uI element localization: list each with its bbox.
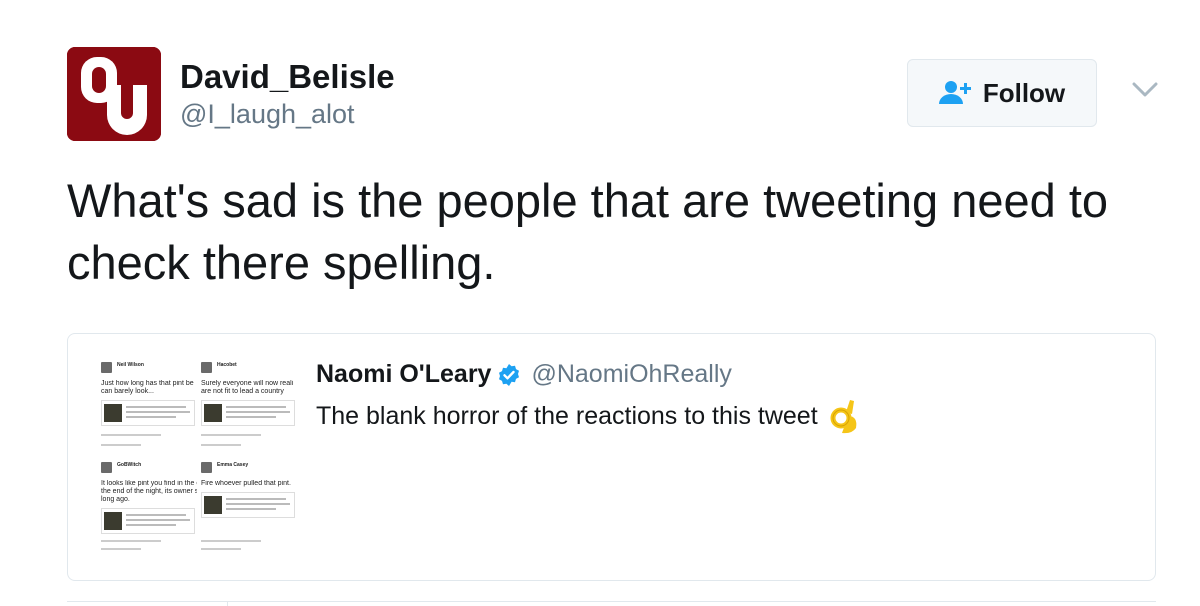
verified-badge-icon xyxy=(499,363,520,386)
thumbnail-avatar xyxy=(101,462,112,473)
follow-button-label: Follow xyxy=(982,77,1066,108)
quoted-tweet-text-row: The blank horror of the reactions to thi… xyxy=(316,398,860,434)
thumbnail-text-line: the end of the night, its owner s xyxy=(101,488,197,495)
quoted-tweet-user[interactable]: Naomi O'Leary @NaomiOhReally xyxy=(316,360,732,389)
divider xyxy=(67,601,1156,602)
thumbnail-name: Hacobet xyxy=(217,362,237,368)
thumbnail-tweet: GoBWitch It looks like pint you find in … xyxy=(97,454,197,554)
tweet-text: What's sad is the people that are tweeti… xyxy=(67,174,1109,289)
thumbnail-embed xyxy=(101,400,195,426)
thumbnail-tweet: Neil Wilson Just how long has that pint … xyxy=(97,354,197,454)
thumbnail-text-line: Surely everyone will now reali xyxy=(201,380,294,387)
chevron-down-icon[interactable] xyxy=(1131,80,1159,100)
divider xyxy=(227,601,228,606)
thumbnail-text-line: It looks like pint you find in the e xyxy=(101,480,197,487)
thumbnail-text: It looks like pint you find in the e the… xyxy=(101,480,197,504)
author-names: David_Belisle @I_laugh_alot xyxy=(180,57,395,131)
thumbnail-text-line: Fire whoever pulled that pint. xyxy=(201,480,291,487)
thumbnail-embed xyxy=(101,508,195,534)
thumbnail-name: Emma Casey xyxy=(217,462,249,468)
thumbnail-embed xyxy=(201,492,295,518)
quoted-tweet-text: The blank horror of the reactions to thi… xyxy=(316,401,818,430)
thumbnail-name: GoBWitch xyxy=(117,462,142,468)
thumbnail-avatar xyxy=(201,462,212,473)
follow-button[interactable]: Follow xyxy=(907,59,1097,127)
thumbnail-text: Fire whoever pulled that pint. xyxy=(201,480,297,488)
thumbnail-text: Just how long has that pint be can barel… xyxy=(101,380,197,396)
thumbnail-tweet: Hacobet Surely everyone will now reali a… xyxy=(197,354,297,454)
ok-hand-emoji-icon xyxy=(830,400,856,434)
thumbnail-text: Surely everyone will now reali are not f… xyxy=(201,380,297,396)
thumbnail-text-line: are not fit to lead a country xyxy=(201,388,284,395)
author-handle[interactable]: @I_laugh_alot xyxy=(180,97,395,131)
thumbnail-embed xyxy=(201,400,295,426)
thumbnail-text-line: can barely look... xyxy=(101,388,154,395)
thumbnail-tweet: Emma Casey Fire whoever pulled that pint… xyxy=(197,454,297,554)
thumbnail-text-line: long ago. xyxy=(101,496,130,503)
ou-logo-icon xyxy=(67,47,161,141)
add-user-icon xyxy=(938,81,971,104)
quoted-tweet-handle: @NaomiOhReally xyxy=(531,360,732,388)
quoted-tweet-thumbnail: Neil Wilson Just how long has that pint … xyxy=(97,354,299,556)
quoted-tweet-card[interactable]: Neil Wilson Just how long has that pint … xyxy=(67,333,1156,581)
author-avatar[interactable] xyxy=(67,47,161,141)
thumbnail-avatar xyxy=(201,362,212,373)
thumbnail-avatar xyxy=(101,362,112,373)
tweet-header: David_Belisle @I_laugh_alot Follow xyxy=(67,47,1167,142)
thumbnail-name: Neil Wilson xyxy=(117,362,144,368)
author-display-name[interactable]: David_Belisle xyxy=(180,57,395,97)
quoted-tweet-display-name: Naomi O'Leary xyxy=(316,360,492,388)
thumbnail-text-line: Just how long has that pint be xyxy=(101,380,194,387)
